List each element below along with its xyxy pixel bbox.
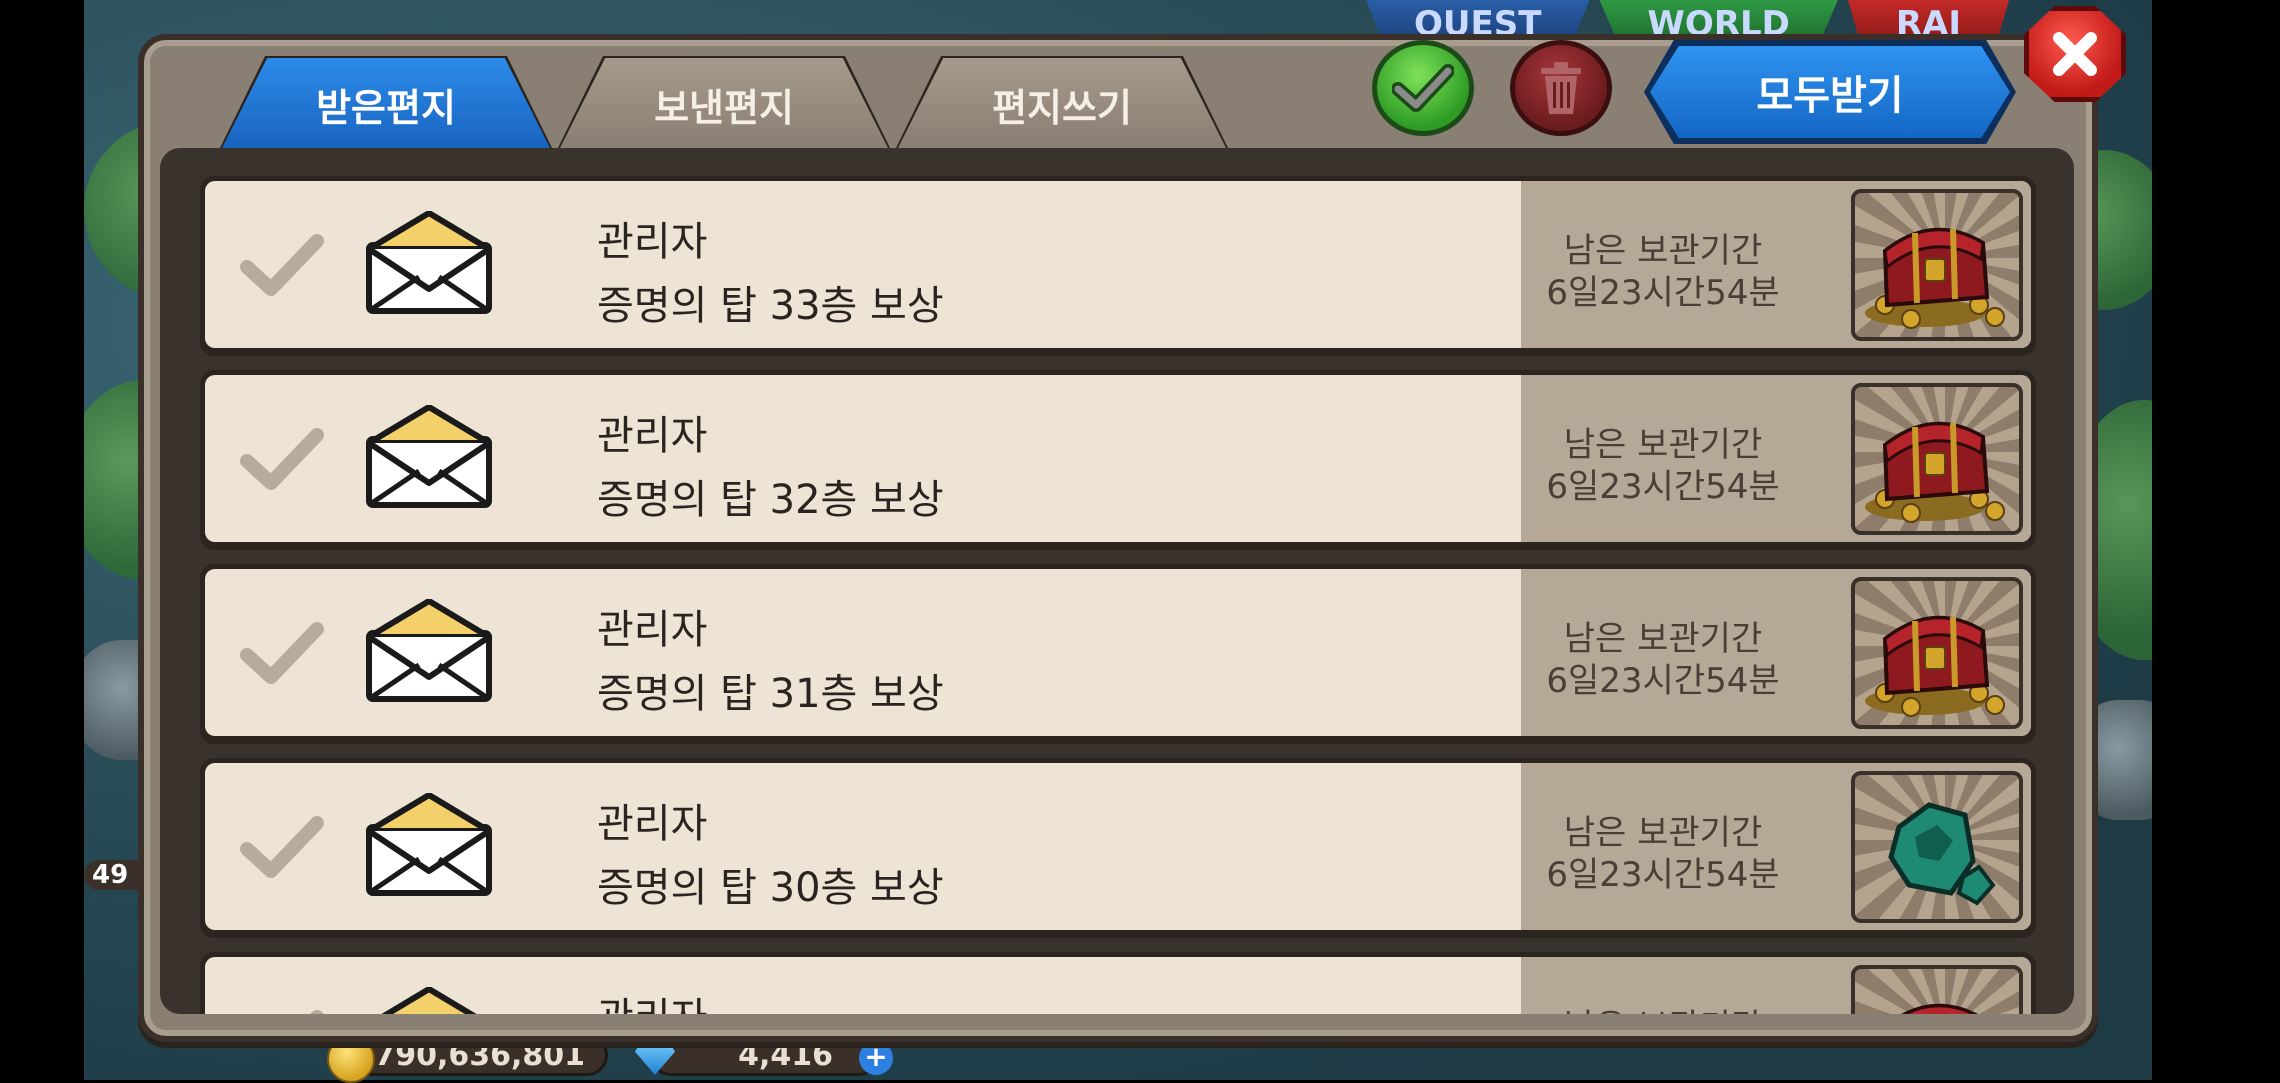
mail-subject: 증명의 탑 30층 보상	[597, 865, 944, 911]
mail-subject: 증명의 탑 32층 보상	[597, 477, 944, 523]
select-all-button[interactable]	[1372, 40, 1474, 136]
mail-sender: 관리자	[597, 985, 707, 1014]
checkmark-icon[interactable]	[239, 231, 325, 301]
envelope-icon	[366, 599, 492, 702]
gold-amount: 790,636,801	[374, 1037, 585, 1073]
checkmark-icon[interactable]	[239, 619, 325, 689]
mail-subject: 증명의 탑 31층 보상	[597, 671, 944, 717]
treasure-chest-icon	[1865, 227, 2005, 329]
treasure-chest-icon	[1901, 1003, 1978, 1014]
envelope-icon	[366, 211, 492, 314]
tab-sent[interactable]: 보낸편지	[559, 58, 889, 150]
tab-received[interactable]: 받은편지	[221, 58, 551, 150]
checkmark-icon	[1392, 64, 1454, 112]
reward-slot[interactable]	[1851, 965, 2023, 1014]
trash-icon	[1541, 62, 1581, 114]
envelope-icon	[366, 405, 492, 508]
mail-item[interactable]: 관리자 증명의 탑 30층 보상 남은 보관기간 6일23시간54분	[200, 758, 2036, 938]
add-gems-button[interactable]: +	[859, 1041, 893, 1075]
gold-coin-icon	[327, 1035, 375, 1083]
reward-slot[interactable]	[1851, 383, 2023, 535]
checkmark-icon[interactable]	[239, 1007, 325, 1014]
envelope-icon	[366, 793, 492, 896]
remaining-time: 6일23시간54분	[1546, 855, 1780, 895]
mail-item[interactable]: 관리자 증명의 탑 33층 보상 남은 보관기간 6일23시간54분	[200, 176, 2036, 356]
mail-sender: 관리자	[597, 801, 708, 847]
mail-sender: 관리자	[597, 607, 708, 653]
gem-amount: 4,416	[738, 1037, 833, 1073]
close-icon	[2053, 32, 2097, 76]
reward-slot[interactable]	[1851, 577, 2023, 729]
mail-item[interactable]: 관리자 남은 보관기간	[200, 952, 2036, 1014]
delete-button[interactable]	[1510, 40, 1612, 136]
reward-slot[interactable]	[1851, 189, 2023, 341]
remaining-time: 6일23시간54분	[1546, 273, 1780, 313]
mail-list: 관리자 증명의 탑 33층 보상 남은 보관기간 6일23시간54분 관리자 증…	[160, 148, 2074, 1014]
reward-slot[interactable]	[1851, 771, 2023, 923]
close-button[interactable]	[2024, 6, 2126, 102]
checkmark-icon[interactable]	[239, 425, 325, 495]
green-gem-icon	[1888, 802, 1996, 906]
mail-sender: 관리자	[597, 219, 708, 265]
treasure-chest-icon	[1865, 615, 2005, 717]
remaining-label: 남은 보관기간	[1533, 999, 1793, 1014]
checkmark-icon[interactable]	[239, 813, 325, 883]
mail-item[interactable]: 관리자 증명의 탑 31층 보상 남은 보관기간 6일23시간54분	[200, 564, 2036, 744]
remaining-time: 6일23시간54분	[1546, 661, 1780, 701]
remaining-time: 6일23시간54분	[1546, 467, 1780, 507]
tab-write[interactable]: 편지쓰기	[897, 58, 1227, 150]
mail-subject: 증명의 탑 33층 보상	[597, 283, 944, 329]
mail-item[interactable]: 관리자 증명의 탑 32층 보상 남은 보관기간 6일23시간54분	[200, 370, 2036, 550]
envelope-icon	[381, 987, 477, 1014]
mail-sender: 관리자	[597, 413, 708, 459]
receive-all-button[interactable]: 모두받기	[1650, 46, 2010, 138]
treasure-chest-icon	[1865, 421, 2005, 523]
